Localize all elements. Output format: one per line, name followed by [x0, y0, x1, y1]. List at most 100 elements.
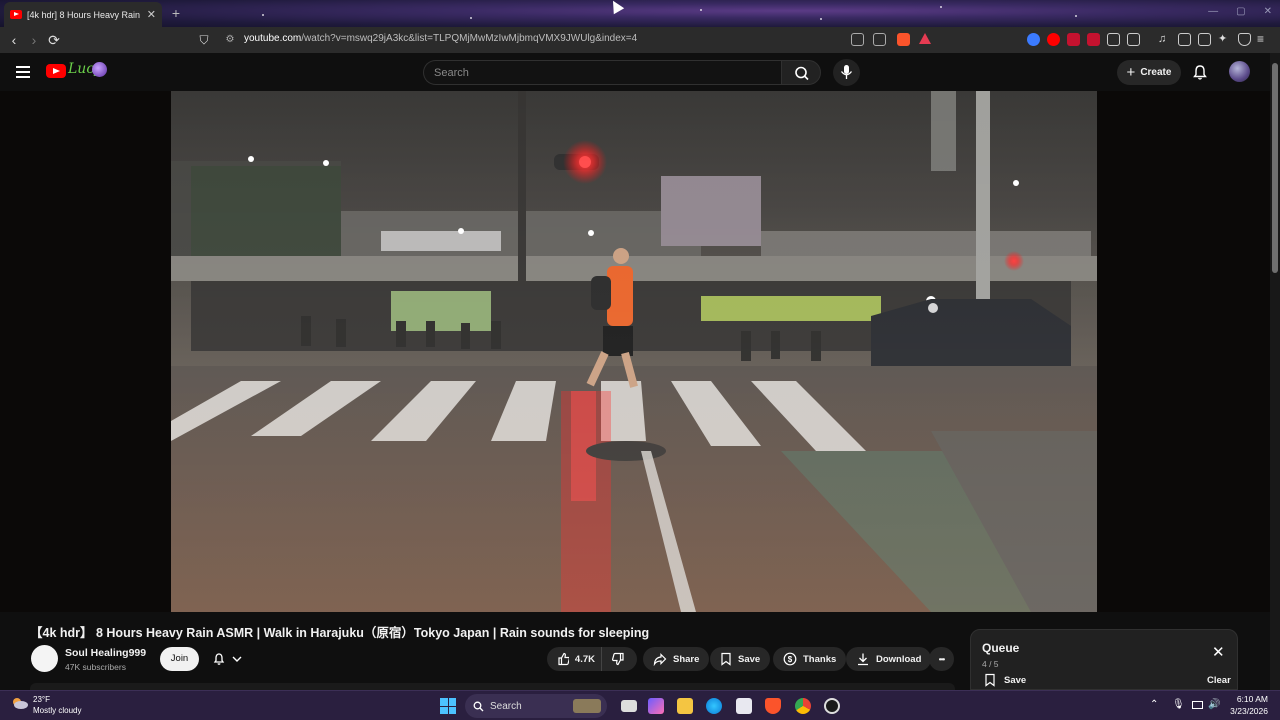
file-explorer-icon[interactable]	[677, 698, 693, 714]
music-icon[interactable]: ♫	[1158, 33, 1171, 46]
browser-toolbar: ‹ › ⟳ ⛉ ⚙ youtube.com/watch?v=mswq29jA3k…	[0, 27, 1280, 53]
chrome-icon[interactable]	[795, 698, 811, 714]
show-hidden-icons-chevron-icon[interactable]: ⌃	[1150, 699, 1158, 710]
description-box[interactable]	[30, 683, 955, 690]
queue-close-button[interactable]: ✕	[1212, 645, 1225, 660]
share-arrow-icon	[653, 653, 667, 666]
volume-icon[interactable]: 🔊	[1208, 699, 1220, 710]
voice-search-button[interactable]	[833, 59, 860, 86]
account-avatar[interactable]	[1229, 61, 1250, 82]
window-controls: — ▢ ✕	[1208, 6, 1272, 17]
channel-avatar[interactable]	[31, 645, 58, 672]
doodle-globe-icon	[92, 62, 107, 77]
search-highlight-icon	[573, 699, 601, 713]
thanks-button[interactable]: $ Thanks	[773, 647, 847, 671]
tab-close-button[interactable]: ✕	[147, 8, 156, 21]
reload-icon[interactable]: ⟳	[44, 30, 64, 50]
bookmark-icon	[985, 673, 995, 687]
like-count: 4.7K	[574, 653, 595, 665]
brave-rewards-icon[interactable]	[919, 33, 931, 44]
wallet-icon[interactable]	[1198, 33, 1211, 46]
maximize-icon[interactable]: ▢	[1236, 6, 1245, 17]
extension-icon[interactable]	[1087, 33, 1100, 46]
thumbs-up-icon	[558, 652, 569, 666]
windows-start-icon[interactable]	[440, 698, 456, 714]
subscription-notifications-button[interactable]	[205, 647, 253, 671]
weather-temperature[interactable]: 23°F	[33, 695, 50, 704]
extension-icon[interactable]	[1067, 33, 1080, 46]
more-actions-button[interactable]: •••	[929, 647, 954, 671]
screenshot-icon[interactable]	[1127, 33, 1140, 46]
page-scrollbar[interactable]	[1270, 53, 1280, 690]
cast-icon[interactable]	[851, 33, 864, 46]
background-star	[470, 17, 472, 19]
youtube-header: Lucy Search + Create	[0, 53, 1280, 91]
clock-date[interactable]: 3/23/2026	[1220, 706, 1268, 716]
queue-clear-button[interactable]: Clear	[1207, 675, 1231, 686]
copilot-icon[interactable]	[648, 698, 664, 714]
minimize-icon[interactable]: —	[1208, 6, 1218, 17]
taskbar-search[interactable]: Search	[465, 694, 607, 718]
brave-shields-icon[interactable]	[897, 33, 910, 46]
download-icon	[858, 653, 868, 666]
browser-tab[interactable]: [4k hdr] 8 Hours Heavy Rain ✕	[4, 2, 162, 27]
leo-ai-icon[interactable]: ✦	[1218, 33, 1231, 46]
youtube-logo[interactable]	[46, 64, 66, 78]
vpn-shield-icon[interactable]	[1238, 33, 1251, 46]
like-button[interactable]: 4.7K	[547, 647, 601, 671]
sidebar-icon[interactable]	[1178, 33, 1191, 46]
dislike-button[interactable]	[601, 647, 637, 671]
share-button[interactable]: Share	[643, 647, 710, 671]
obs-studio-icon[interactable]	[824, 698, 840, 714]
edge-browser-icon[interactable]	[706, 698, 722, 714]
taskbar-search-label: Search	[490, 700, 522, 712]
download-button[interactable]: Download	[846, 647, 932, 671]
mouse-cursor-icon	[607, 0, 625, 15]
address-bar[interactable]: youtube.com/watch?v=mswq29jA3kc&list=TLP…	[244, 33, 637, 44]
video-scene-image	[171, 91, 1097, 612]
new-tab-button[interactable]: +	[168, 5, 184, 21]
create-button[interactable]: + Create	[1117, 60, 1181, 85]
brave-browser-icon[interactable]	[765, 698, 781, 714]
scrollbar-thumb[interactable]	[1272, 63, 1278, 273]
background-star	[1075, 15, 1077, 17]
clock-time[interactable]: 6:10 AM	[1226, 694, 1268, 704]
microphone-tray-icon[interactable]: 🎙	[1172, 699, 1185, 710]
youtube-extension-icon[interactable]	[1047, 33, 1060, 46]
weather-description[interactable]: Mostly cloudy	[33, 706, 81, 715]
hamburger-menu-icon[interactable]	[16, 66, 30, 78]
search-icon	[795, 66, 809, 81]
queue-panel: Queue 4 / 5 ✕ Save Clear	[970, 629, 1238, 690]
search-input[interactable]: Search	[423, 60, 781, 85]
queue-save-button[interactable]: Save	[984, 673, 1026, 687]
background-star	[820, 18, 822, 20]
site-info-icon[interactable]: ⚙	[220, 30, 240, 50]
network-icon[interactable]	[1192, 701, 1203, 709]
notifications-bell-icon[interactable]	[1191, 63, 1209, 81]
video-frame[interactable]	[171, 91, 1097, 612]
bookmark-icon[interactable]: ⛉	[194, 30, 214, 50]
extensions-puzzle-icon[interactable]	[1107, 33, 1120, 46]
thumbs-down-icon	[611, 652, 624, 666]
back-icon[interactable]: ‹	[4, 30, 24, 50]
background-star	[700, 9, 702, 11]
save-button[interactable]: Save	[710, 647, 771, 671]
background-star	[940, 6, 942, 8]
channel-name[interactable]: Soul Healing999	[65, 647, 146, 659]
forward-icon[interactable]: ›	[24, 30, 44, 50]
search-button[interactable]	[781, 60, 821, 85]
extension-icon[interactable]	[1027, 33, 1040, 46]
task-view-icon[interactable]	[621, 700, 637, 712]
share-icon[interactable]	[873, 33, 886, 46]
microphone-icon	[840, 65, 853, 79]
browser-menu-icon[interactable]: ≡	[1257, 33, 1270, 46]
video-title: 【4k hdr】 8 Hours Heavy Rain ASMR | Walk …	[30, 626, 650, 640]
cloudy-weather-icon[interactable]	[11, 696, 29, 710]
close-window-icon[interactable]: ✕	[1264, 6, 1272, 17]
url-path: /watch?v=mswq29jA3kc&list=TLPQMjMwMzIwMj…	[301, 33, 638, 44]
join-button[interactable]: Join	[160, 647, 199, 671]
thanks-label: Thanks	[803, 653, 837, 665]
windows-taskbar: 23°F Mostly cloudy Search ⌃ 🎙 🔊 6:10 AM …	[0, 690, 1280, 720]
microsoft-store-icon[interactable]	[736, 698, 752, 714]
search-placeholder: Search	[434, 67, 469, 79]
